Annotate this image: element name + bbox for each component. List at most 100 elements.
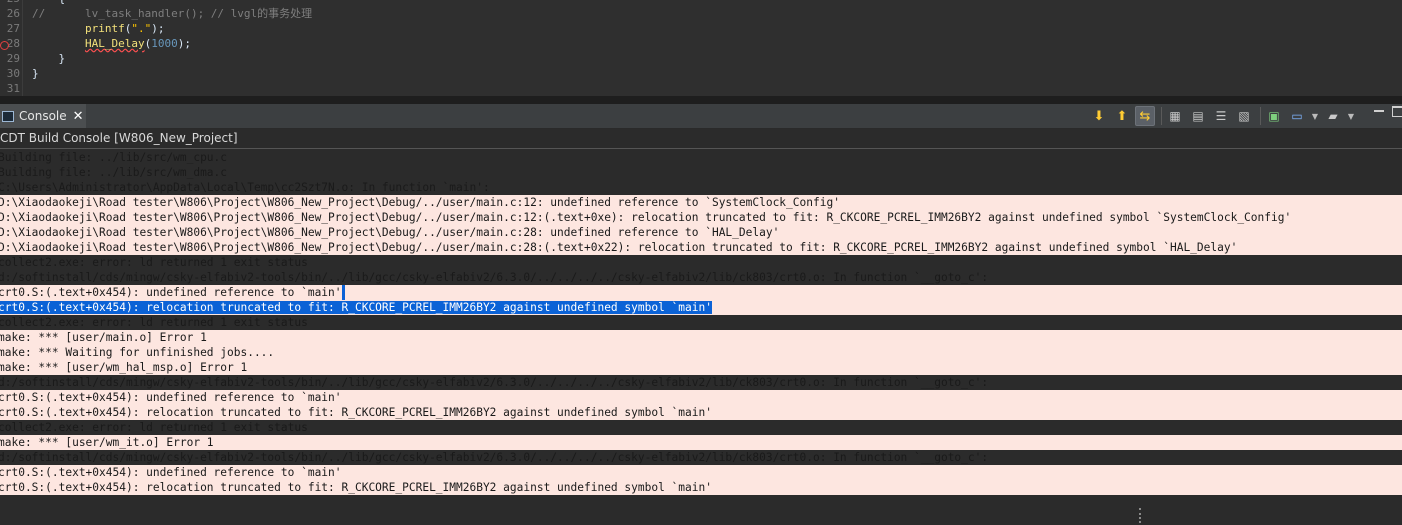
console-error-line[interactable]: make: *** [user/wm_hal_msp.o] Error 1 bbox=[0, 360, 1402, 375]
scroll-lock-icon[interactable]: ▤ bbox=[1188, 106, 1208, 126]
console-line-text: collect2.exe: error: ld returned 1 exit … bbox=[0, 256, 308, 269]
clear-console-icon[interactable]: ▦ bbox=[1165, 106, 1185, 126]
console-line-text: crt0.S:(.text+0x454): relocation truncat… bbox=[0, 406, 712, 419]
console-info-line[interactable]: d:/softinstall/cds/mingw/csky-elfabiv2-t… bbox=[0, 375, 1402, 390]
word-wrap-icon[interactable]: ☰ bbox=[1211, 106, 1231, 126]
open-console-icon[interactable]: ▰ bbox=[1323, 106, 1343, 126]
console-title: CDT Build Console [W806_New_Project] bbox=[0, 131, 238, 145]
copy-build-log-icon[interactable]: ▧ bbox=[1234, 106, 1254, 126]
code-token: ); bbox=[151, 22, 165, 35]
console-error-line[interactable]: crt0.S:(.text+0x454): relocation truncat… bbox=[0, 300, 1402, 315]
minimize-icon[interactable] bbox=[1374, 110, 1384, 112]
code-token: HAL_Delay bbox=[84, 37, 145, 50]
toolbar-separator bbox=[1161, 107, 1162, 125]
console-error-line[interactable]: make: *** [user/main.o] Error 1 bbox=[0, 330, 1402, 345]
code-token: { bbox=[32, 0, 65, 5]
code-token: printf bbox=[84, 22, 125, 35]
console-toolbar: ⬇ ⬆ ⇆ ▦ ▤ ☰ ▧ ▣ ▭ ▼ ▰ ▼ bbox=[1089, 104, 1359, 128]
code-text: } bbox=[32, 66, 39, 81]
line-number: 29 bbox=[6, 52, 20, 65]
console-info-line[interactable]: C:\Users\Administrator\AppData\Local\Tem… bbox=[0, 180, 1402, 195]
code-text: // lv_task_handler(); // lvgl的事务处理 bbox=[32, 6, 312, 21]
close-icon[interactable]: ✕ bbox=[73, 109, 84, 124]
console-line-text: d:/softinstall/cds/mingw/csky-elfabiv2-t… bbox=[0, 376, 989, 389]
code-line: 26 // lv_task_handler(); // lvgl的事务处理 bbox=[0, 6, 1402, 21]
previous-annotation-icon[interactable]: ⬆ bbox=[1112, 106, 1132, 126]
code-token: } bbox=[32, 67, 39, 80]
code-token: 1000 bbox=[151, 37, 178, 50]
code-token: // lv_task_handler(); // lvgl的事务处理 bbox=[32, 7, 313, 20]
console-line-text: D:\Xiaodaokeji\Road tester\W806\Project\… bbox=[0, 196, 840, 209]
console-view-header: Console ✕ ⬇ ⬆ ⇆ ▦ ▤ ☰ ▧ ▣ ▭ ▼ ▰ ▼ bbox=[0, 104, 1402, 129]
console-error-line[interactable]: make: *** [user/wm_it.o] Error 1 bbox=[0, 435, 1402, 450]
console-title-bar: CDT Build Console [W806_New_Project] bbox=[0, 129, 1402, 149]
console-error-line[interactable]: D:\Xiaodaokeji\Road tester\W806\Project\… bbox=[0, 210, 1402, 225]
breakpoint-error-icon[interactable] bbox=[0, 41, 9, 50]
selection-caret bbox=[341, 285, 345, 300]
console-info-line[interactable]: d:/softinstall/cds/mingw/csky-elfabiv2-t… bbox=[0, 270, 1402, 285]
code-line: 27 printf("."); bbox=[0, 21, 1402, 36]
console-line-text: D:\Xiaodaokeji\Road tester\W806\Project\… bbox=[0, 211, 1292, 224]
code-line: 29 } bbox=[0, 51, 1402, 66]
next-annotation-icon[interactable]: ⬇ bbox=[1089, 106, 1109, 126]
console-line-text: crt0.S:(.text+0x454): undefined referenc… bbox=[0, 466, 342, 479]
console-line-text: collect2.exe: error: ld returned 1 exit … bbox=[0, 316, 308, 329]
chevron-down-icon[interactable]: ▼ bbox=[1346, 106, 1356, 126]
line-number: 31 bbox=[6, 82, 20, 95]
console-line-text: d:/softinstall/cds/mingw/csky-elfabiv2-t… bbox=[0, 451, 989, 464]
console-line-text: make: *** [user/wm_it.o] Error 1 bbox=[0, 436, 214, 449]
console-info-line[interactable]: collect2.exe: error: ld returned 1 exit … bbox=[0, 315, 1402, 330]
line-number: 26 bbox=[6, 7, 20, 20]
code-editor[interactable]: 25 {26// lv_task_handler(); // lvgl的事务处理… bbox=[0, 0, 1402, 96]
console-line-text: crt0.S:(.text+0x454): relocation truncat… bbox=[0, 301, 712, 314]
code-text: printf("."); bbox=[32, 21, 165, 36]
status-bar bbox=[0, 500, 1402, 525]
console-error-line[interactable]: crt0.S:(.text+0x454): undefined referenc… bbox=[0, 465, 1402, 480]
pin-console-icon[interactable]: ▣ bbox=[1264, 106, 1284, 126]
console-error-line[interactable]: crt0.S:(.text+0x454): undefined referenc… bbox=[0, 390, 1402, 405]
console-line-text: make: *** [user/wm_hal_msp.o] Error 1 bbox=[0, 361, 248, 374]
link-with-editor-icon[interactable]: ⇆ bbox=[1135, 106, 1155, 126]
chevron-down-icon[interactable]: ▼ bbox=[1310, 106, 1320, 126]
line-number: 27 bbox=[6, 22, 20, 35]
console-error-line[interactable]: crt0.S:(.text+0x454): undefined referenc… bbox=[0, 285, 1402, 300]
console-line-text: D:\Xiaodaokeji\Road tester\W806\Project\… bbox=[0, 241, 1238, 254]
console-output[interactable]: Building file: ../lib/src/wm_cpu.c Buildi… bbox=[0, 150, 1402, 525]
console-line-text: d:/softinstall/cds/mingw/csky-elfabiv2-t… bbox=[0, 271, 989, 284]
console-info-line[interactable]: d:/softinstall/cds/mingw/csky-elfabiv2-t… bbox=[0, 450, 1402, 465]
console-line-text: Building file: ../lib/src/wm_cpu.c bbox=[0, 151, 228, 164]
console-info-line[interactable]: Building file: ../lib/src/wm_dma.c bbox=[0, 165, 1402, 180]
console-line-text: make: *** Waiting for unfinished jobs...… bbox=[0, 346, 275, 359]
console-error-line[interactable]: make: *** Waiting for unfinished jobs...… bbox=[0, 345, 1402, 360]
console-line-text: C:\Users\Administrator\AppData\Local\Tem… bbox=[0, 181, 490, 194]
code-token: ); bbox=[177, 37, 191, 50]
console-line-text: crt0.S:(.text+0x454): undefined referenc… bbox=[0, 285, 345, 300]
console-error-line[interactable]: D:\Xiaodaokeji\Road tester\W806\Project\… bbox=[0, 225, 1402, 240]
status-bar-grip[interactable] bbox=[1139, 508, 1144, 523]
console-line-text: crt0.S:(.text+0x454): relocation truncat… bbox=[0, 481, 712, 494]
console-icon bbox=[2, 110, 14, 122]
console-info-line[interactable]: collect2.exe: error: ld returned 1 exit … bbox=[0, 255, 1402, 270]
code-text: HAL_Delay(1000); bbox=[32, 36, 191, 51]
code-line: 28 HAL_Delay(1000); bbox=[0, 36, 1402, 51]
code-line: 31 bbox=[0, 81, 1402, 96]
maximize-icon[interactable] bbox=[1392, 106, 1402, 117]
console-error-line[interactable]: crt0.S:(.text+0x454): relocation truncat… bbox=[0, 405, 1402, 420]
line-number: 30 bbox=[6, 67, 20, 80]
console-line-text: collect2.exe: error: ld returned 1 exit … bbox=[0, 421, 308, 434]
console-line-text: Building file: ../lib/src/wm_dma.c bbox=[0, 166, 228, 179]
console-error-line[interactable]: crt0.S:(.text+0x454): relocation truncat… bbox=[0, 480, 1402, 495]
tab-console[interactable]: Console ✕ bbox=[0, 104, 86, 128]
console-error-line[interactable]: D:\Xiaodaokeji\Road tester\W806\Project\… bbox=[0, 240, 1402, 255]
code-text: } bbox=[32, 51, 65, 66]
console-info-line[interactable]: Building file: ../lib/src/wm_cpu.c bbox=[0, 150, 1402, 165]
tab-console-label: Console bbox=[19, 109, 67, 123]
console-error-line[interactable]: D:\Xiaodaokeji\Road tester\W806\Project\… bbox=[0, 195, 1402, 210]
console-line-text: crt0.S:(.text+0x454): undefined referenc… bbox=[0, 391, 342, 404]
display-selected-console-icon[interactable]: ▭ bbox=[1287, 106, 1307, 126]
console-info-line[interactable]: collect2.exe: error: ld returned 1 exit … bbox=[0, 420, 1402, 435]
code-token: "." bbox=[131, 22, 152, 35]
panel-splitter[interactable] bbox=[0, 96, 1402, 104]
